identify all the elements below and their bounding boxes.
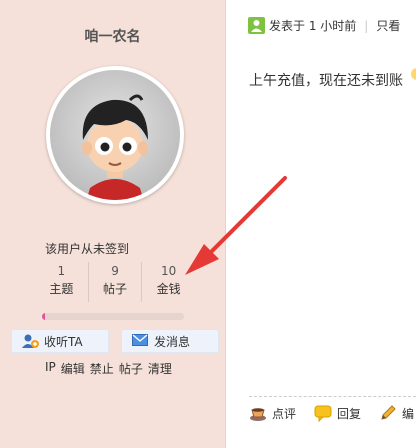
red-annotation-arrow xyxy=(185,176,287,275)
